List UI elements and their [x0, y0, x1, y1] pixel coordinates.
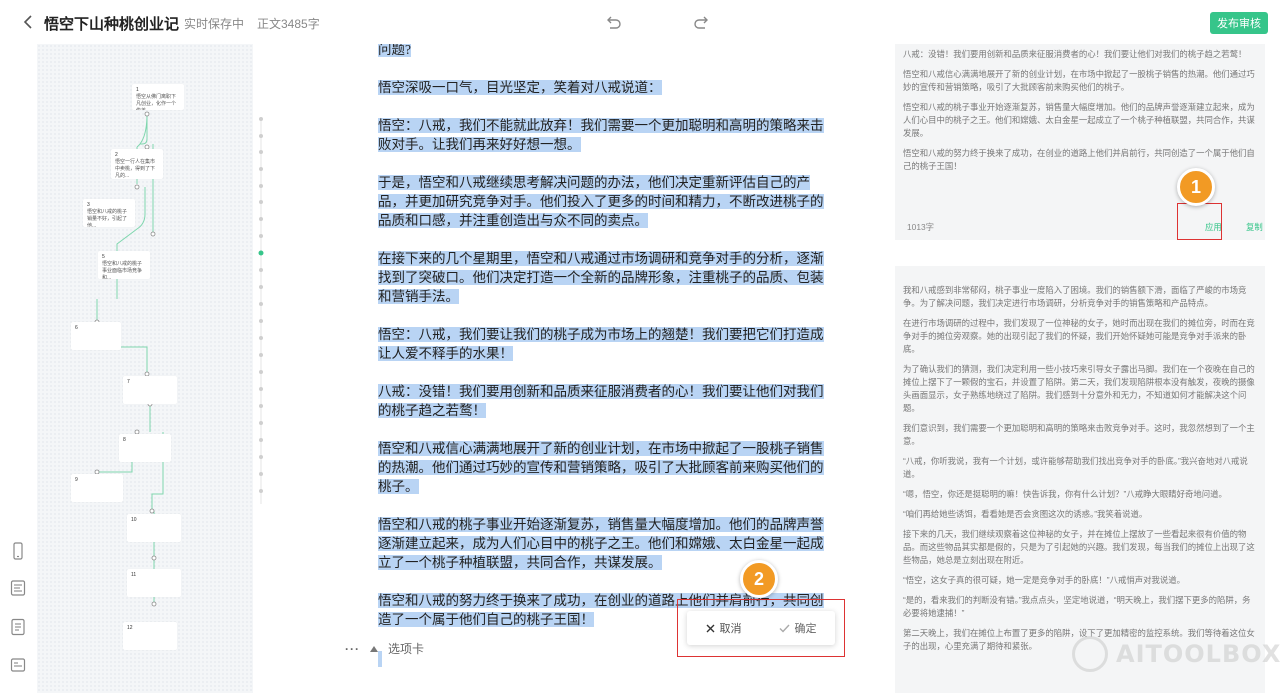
suggestion-paragraph: 为了确认我们的猜测，我们决定利用一些小技巧来引导女子露出马脚。我们在一个夜晚在自… — [903, 364, 1255, 413]
outline-node-text: 悟空一行人在集市中卖桃，得到了下凡的... — [115, 159, 156, 179]
watermark-text: AITOOLBOX — [1116, 640, 1280, 668]
tab-switch[interactable]: ··· 选项卡 — [345, 640, 424, 657]
editor-paragraph[interactable]: 八戒：没错！我们要用创新和品质来征服消费者的心！我们要让他们对我们的桃子趋之若鹜… — [378, 382, 828, 420]
outline-panel: 1悟空从佛门离职下凡创业，化作一个俊美... 2悟空一行人在集市中卖桃，得到了下凡… — [37, 44, 253, 693]
outline-node-number: 7 — [127, 379, 130, 385]
selected-text: 在接下来的几个星期里，悟空和八戒通过市场调研和竞争对手的分析，逐渐找到了突破口。… — [378, 251, 824, 304]
suggestions-panel: 八戒：没错！我们要用创新和品质来征服消费者的心！我们要让他们对我们的桃子趋之若鹜… — [881, 44, 1280, 693]
card-list-icon[interactable] — [10, 656, 26, 674]
tab-label: 选项卡 — [388, 642, 425, 656]
suggestion-paragraph: “嗯，悟空，你还是挺聪明的嘛！快告诉我，你有什么计划？”八戒睁大眼睛好奇地问道。 — [903, 489, 1227, 499]
undo-icon[interactable] — [603, 13, 623, 33]
app-root: 悟空下山种桃创业记 实时保存中 正文3485字 发布审核 1 悟空从佛门离职下凡… — [0, 0, 1280, 693]
tool-rail — [0, 44, 37, 693]
suggestion-paragraph: 接下来的几天，我们继续观察着这位神秘的女子，并在摊位上摆放了一些看起来很有价值的… — [903, 529, 1255, 565]
editor-paragraph[interactable]: 悟空深吸一口气，目光坚定，笑着对八戒说道： — [378, 78, 828, 97]
outline-node-text: 悟空和八戒的桃子销量不好，引起了他... — [87, 209, 128, 227]
outline-node[interactable]: 1悟空从佛门离职下凡创业，化作一个俊美... — [132, 84, 184, 110]
suggestion-paragraph: “悟空，这女子真的很可疑，她一定是竞争对手的卧底！”八戒悄声对我说道。 — [903, 575, 1185, 585]
outline-node[interactable]: 6 — [71, 322, 121, 350]
save-status: 实时保存中 — [184, 17, 245, 31]
cancel-button[interactable]: 取消 — [706, 620, 742, 636]
outline-node-number: 8 — [123, 437, 126, 443]
outline-node-text: 悟空从佛门离职下凡创业，化作一个俊美... — [136, 94, 177, 110]
selected-text: 于是，悟空和八戒继续思考解决问题的办法，他们决定重新评估自己的产品，并更加研究竞… — [378, 175, 824, 228]
outline-node-number: 3 — [87, 202, 90, 208]
outline-node-number: 9 — [75, 477, 78, 483]
editor-paragraph[interactable]: 在接下来的几个星期里，悟空和八戒通过市场调研和竞争对手的分析，逐渐找到了突破口。… — [378, 249, 828, 306]
selected-text: 悟空：八戒，我们不能就此放弃！我们需要一个更加聪明和高明的策略来击败对手。让我们… — [378, 118, 824, 152]
annotation-badge-1: 1 — [1177, 168, 1215, 206]
annotation-badge-2: 2 — [740, 560, 778, 598]
watermark-logo-icon — [1072, 636, 1108, 672]
suggestion-paragraph: 在进行市场调研的过程中，我们发现了一位神秘的女子，她时而出现在我们的摊位旁，时而… — [903, 318, 1255, 354]
outline-node-number: 11 — [131, 572, 137, 578]
suggestion-paragraph: “是的，看来我们的判断没有错。”我点点头，坚定地说道，“明天晚上，我们摆下更多的… — [903, 595, 1251, 618]
cancel-label: 取消 — [719, 623, 742, 635]
publish-button[interactable]: 发布审核 — [1210, 12, 1268, 34]
document-icon[interactable] — [10, 618, 26, 636]
outline-node-number: 10 — [131, 517, 137, 523]
selected-text: 悟空：八戒，我们要让我们的桃子成为市场上的翘楚！我们要把它们打造成让人爱不释手的… — [378, 327, 824, 361]
suggestion-card-2: 我和八戒感到非常郁闷，桃子事业一度陷入了困境。我们的销售额下滑，面临了严峻的市场… — [895, 266, 1265, 693]
outline-node-number: 2 — [115, 152, 118, 158]
editor-paragraph[interactable]: 问题? — [378, 44, 828, 59]
selected-text: 八戒：没错！我们要用创新和品质来征服消费者的心！我们要让他们对我们的桃子趋之若鹜… — [378, 384, 824, 418]
suggestion-paragraph: 悟空和八戒信心满满地展开了新的创业计划，在市场中掀起了一股桃子销售的热潮。他们通… — [903, 69, 1255, 92]
editor-paragraph[interactable]: 于是，悟空和八戒继续思考解决问题的办法，他们决定重新评估自己的产品，并更加研究竞… — [378, 173, 828, 230]
selected-text: 问题? — [378, 44, 411, 57]
editor-paragraph[interactable]: 悟空：八戒，我们要让我们的桃子成为市场上的翘楚！我们要把它们打造成让人爱不释手的… — [378, 325, 828, 363]
suggestion-paragraph: 我和八戒感到非常郁闷，桃子事业一度陷入了困境。我们的销售额下滑，面临了严峻的市场… — [903, 285, 1247, 308]
confirm-label: 确定 — [794, 623, 817, 635]
copy-button[interactable]: 复制 — [1246, 221, 1263, 234]
close-icon — [706, 624, 714, 632]
back-icon[interactable] — [18, 12, 38, 32]
suggestion-paragraph: “八戒，你听我说，我有一个计划，或许能够帮助我们找出竞争对手的卧底。”我兴奋地对… — [903, 456, 1248, 479]
outline-node[interactable]: 11 — [127, 569, 181, 597]
editor-paragraph[interactable]: 悟空：八戒，我们不能就此放弃！我们需要一个更加聪明和高明的策略来击败对手。让我们… — [378, 116, 828, 154]
editor-area[interactable]: 问题? 悟空深吸一口气，目光坚定，笑着对八戒说道： 悟空：八戒，我们不能就此放弃！我… — [273, 44, 881, 693]
confirm-popover: 取消 确定 — [687, 611, 835, 645]
redo-icon[interactable] — [692, 13, 712, 33]
outline-node[interactable]: 3 悟空和八戒的桃子销量不好，引起了他... — [83, 199, 135, 227]
selected-text: 悟空深吸一口气，目光坚定，笑着对八戒说道： — [378, 80, 662, 95]
editor-paragraph[interactable]: 悟空和八戒信心满满地展开了新的创业计划，在市场中掀起了一股桃子销售的热潮。他们通… — [378, 439, 828, 496]
outline-node[interactable]: 10 — [127, 514, 181, 542]
chapter-timeline — [253, 44, 273, 693]
suggestion-paragraph: 我们意识到，我们需要一个更加聪明和高明的策略来击败竞争对手。这时，我忽然想到了一… — [903, 423, 1255, 446]
outline-node[interactable]: 9 — [71, 474, 123, 502]
confirm-button[interactable]: 确定 — [779, 620, 817, 636]
card-word-count: 1013字 — [907, 221, 935, 232]
phone-preview-icon[interactable] — [10, 542, 26, 560]
outline-node-text: 悟空和八戒的桃子事业面临市场竞争和... — [102, 261, 143, 279]
outline-node[interactable]: 8 — [119, 434, 171, 462]
outline-node-number: 1 — [136, 87, 139, 93]
outline-node-number: 12 — [127, 625, 133, 631]
outline-icon[interactable] — [10, 579, 26, 597]
apply-highlight-box — [1177, 203, 1222, 240]
more-icon[interactable]: ··· — [345, 642, 360, 656]
document-title: 悟空下山种桃创业记 — [44, 16, 180, 33]
selected-text: 悟空和八戒信心满满地展开了新的创业计划，在市场中掀起了一股桃子销售的热潮。他们通… — [378, 441, 824, 494]
check-icon — [779, 624, 790, 633]
suggestion-paragraph: 悟空和八戒的桃子事业开始逐渐复苏，销售量大幅度增加。他们的品牌声誉逐渐建立起来，… — [903, 102, 1255, 138]
outline-node[interactable]: 7 — [123, 376, 177, 404]
watermark: AITOOLBOX — [1072, 636, 1280, 672]
outline-node[interactable]: 12 — [123, 622, 177, 650]
triangle-up-icon — [370, 645, 378, 652]
outline-node-number: 5 — [102, 254, 105, 260]
word-count: 正文3485字 — [257, 17, 320, 31]
outline-node-number: 6 — [75, 325, 78, 331]
outline-node[interactable]: 2 悟空一行人在集市中卖桃，得到了下凡的... — [111, 149, 163, 179]
suggestion-paragraph: 八戒：没错！我们要用创新和品质来征服消费者的心！我们要让他们对我们的桃子趋之若鹜… — [903, 49, 1247, 59]
suggestion-paragraph: “咱们再给她些诱饵，看看她是否会贪图这次的诱惑。”我笑着说道。 — [903, 509, 1148, 519]
outline-node[interactable]: 5 悟空和八戒的桃子事业面临市场竞争和... — [98, 251, 150, 279]
top-bar: 悟空下山种桃创业记 实时保存中 正文3485字 发布审核 — [0, 0, 1280, 44]
